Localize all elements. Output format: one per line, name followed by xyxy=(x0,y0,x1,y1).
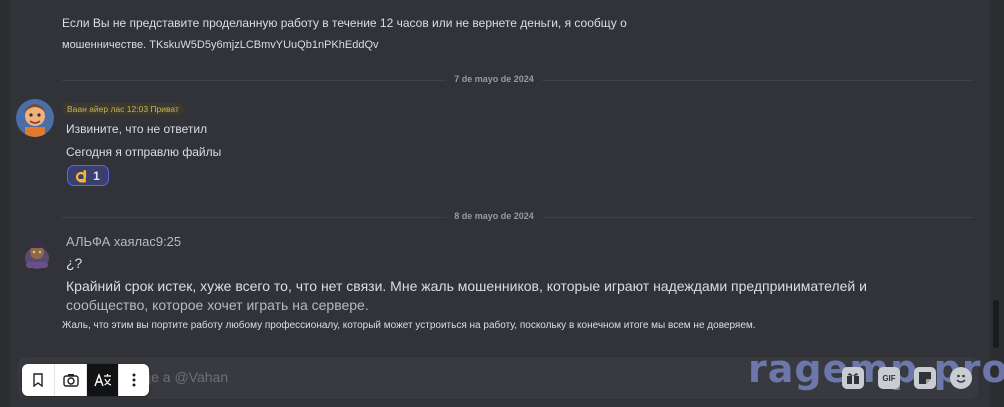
ok-hand-icon xyxy=(76,169,87,182)
avatar[interactable] xyxy=(18,236,56,274)
sticker-icon-glyph xyxy=(919,372,931,384)
screenshot-button[interactable] xyxy=(54,364,86,396)
message-text: Если Вы не представите проделанную работ… xyxy=(62,16,627,30)
message-text: сообщество, которое хочет играть на серв… xyxy=(66,297,369,313)
gif-button[interactable]: GIF xyxy=(878,367,900,389)
sticker-icon[interactable] xyxy=(914,367,936,389)
window-edge xyxy=(0,0,10,407)
message-text: Сегодня я отправлю файлы xyxy=(66,145,222,159)
translate-icon xyxy=(93,372,111,387)
reaction-button[interactable]: 1 xyxy=(67,165,109,186)
more-options-button[interactable] xyxy=(118,364,149,396)
message-input-placeholder[interactable]: je a @Vahan xyxy=(148,369,228,385)
scrollbar-thumb[interactable] xyxy=(993,300,999,348)
message-text: мошенничестве. TKskuW5D5y6mjzLCBmvYUuQb1… xyxy=(62,39,379,51)
gift-icon-glyph xyxy=(847,373,859,384)
camera-icon xyxy=(62,374,79,387)
translate-button[interactable] xyxy=(86,364,118,396)
vertical-dots-icon xyxy=(132,373,136,387)
smile-face-icon xyxy=(956,374,966,383)
avatar-image xyxy=(16,99,54,137)
date-divider-label: 8 de mayo de 2024 xyxy=(446,211,542,221)
author-header[interactable]: Ваан айер лас 12:03 Приват xyxy=(62,103,184,115)
floating-toolbar xyxy=(22,364,149,396)
emoji-icon[interactable] xyxy=(950,367,972,389)
message-text: Крайний срок истек, хуже всего то, что н… xyxy=(66,278,867,294)
gift-icon[interactable] xyxy=(842,367,864,389)
bookmark-icon xyxy=(33,373,43,387)
avatar[interactable] xyxy=(16,99,54,137)
message-text: ¿? xyxy=(66,255,83,271)
date-divider-label: 7 de mayo de 2024 xyxy=(446,74,542,84)
author-name[interactable]: АЛЬФА хаялас9:25 xyxy=(66,234,181,249)
avatar-image xyxy=(25,238,49,269)
message-text: Жаль, что этим вы портите работу любому … xyxy=(62,320,756,331)
bookmark-button[interactable] xyxy=(22,364,54,396)
reaction-count: 1 xyxy=(93,168,100,183)
message-text: Извините, что не ответил xyxy=(66,122,208,136)
